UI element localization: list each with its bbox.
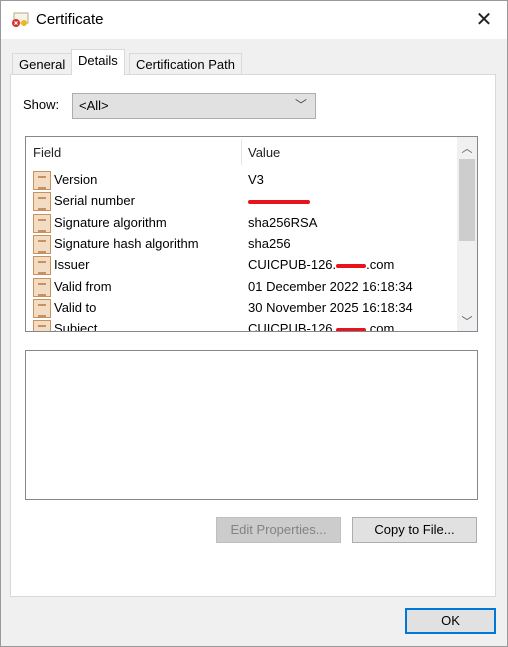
list-item[interactable]: Subject CUICPUB-126. .com xyxy=(26,319,456,332)
header-field[interactable]: Field xyxy=(26,137,68,167)
field-name: Valid from xyxy=(54,278,112,294)
list-item[interactable]: Valid to 30 November 2025 16:18:34 xyxy=(26,298,456,319)
redaction-mark xyxy=(336,263,367,268)
field-name: Issuer xyxy=(54,257,90,273)
field-detail-textbox[interactable] xyxy=(25,350,478,500)
field-value: V3 xyxy=(248,172,264,187)
edit-properties-button[interactable]: Edit Properties... xyxy=(216,517,341,543)
list-item[interactable]: Valid from 01 December 2022 16:18:34 xyxy=(26,277,456,298)
list-item[interactable]: Version V3 xyxy=(26,170,456,191)
field-name: Version xyxy=(54,172,98,187)
tab-details[interactable]: Details xyxy=(71,49,125,75)
field-name: Valid to xyxy=(54,299,97,315)
field-value: CUICPUB-126. .com xyxy=(248,257,395,273)
field-value: sha256RSA xyxy=(248,214,318,230)
scrollbar-thumb[interactable] xyxy=(459,159,475,241)
field-value: sha256 xyxy=(248,235,291,251)
field-value xyxy=(248,193,310,208)
show-select[interactable]: <All> ﹀ xyxy=(72,93,316,119)
field-name: Signature hash algorithm xyxy=(54,235,199,251)
redaction-mark xyxy=(248,199,310,204)
tab-certification-path[interactable]: Certification Path xyxy=(129,53,242,75)
scroll-down-icon[interactable]: ﹀ xyxy=(457,313,477,329)
certificate-field-icon xyxy=(33,234,51,254)
header-value[interactable]: Value xyxy=(241,137,287,167)
ok-button[interactable]: OK xyxy=(405,608,496,634)
chevron-down-icon: ﹀ xyxy=(294,98,307,112)
close-icon[interactable]: ✕ xyxy=(471,7,497,33)
vertical-scrollbar[interactable]: ︿ ﹀ xyxy=(457,137,477,331)
field-value: 01 December 2022 16:18:34 xyxy=(248,278,413,294)
list-item[interactable]: Signature algorithm sha256RSA xyxy=(26,213,456,234)
certificate-field-icon xyxy=(33,171,51,190)
redaction-mark xyxy=(336,327,367,331)
list-item[interactable]: Serial number xyxy=(26,191,456,212)
certificate-field-icon xyxy=(33,256,51,276)
list-item[interactable]: Issuer CUICPUB-126. .com xyxy=(26,255,456,276)
certificate-field-icon xyxy=(33,192,51,212)
certificate-field-icon xyxy=(33,320,51,331)
copy-to-file-button[interactable]: Copy to File... xyxy=(352,517,477,543)
title-bar: Certificate ✕ xyxy=(1,1,507,39)
field-value: 30 November 2025 16:18:34 xyxy=(248,299,413,315)
certificate-field-icon xyxy=(33,213,51,233)
field-name: Signature algorithm xyxy=(54,214,167,230)
show-value: <All> xyxy=(79,98,109,113)
scroll-up-icon[interactable]: ︿ xyxy=(457,140,477,156)
field-name: Subject xyxy=(54,321,98,332)
certificate-field-icon xyxy=(33,298,51,318)
window-title: Certificate xyxy=(36,11,104,28)
field-name: Serial number xyxy=(54,193,135,209)
field-value: CUICPUB-126. .com xyxy=(248,321,395,332)
list-item[interactable]: Signature hash algorithm sha256 xyxy=(26,234,456,255)
show-label: Show: xyxy=(23,97,60,112)
certificate-field-icon xyxy=(33,277,51,297)
tab-general[interactable]: General xyxy=(12,53,73,75)
fields-list[interactable]: Field Value Version V3 Serial number Signat… xyxy=(25,136,478,332)
certificate-error-icon xyxy=(12,12,29,27)
